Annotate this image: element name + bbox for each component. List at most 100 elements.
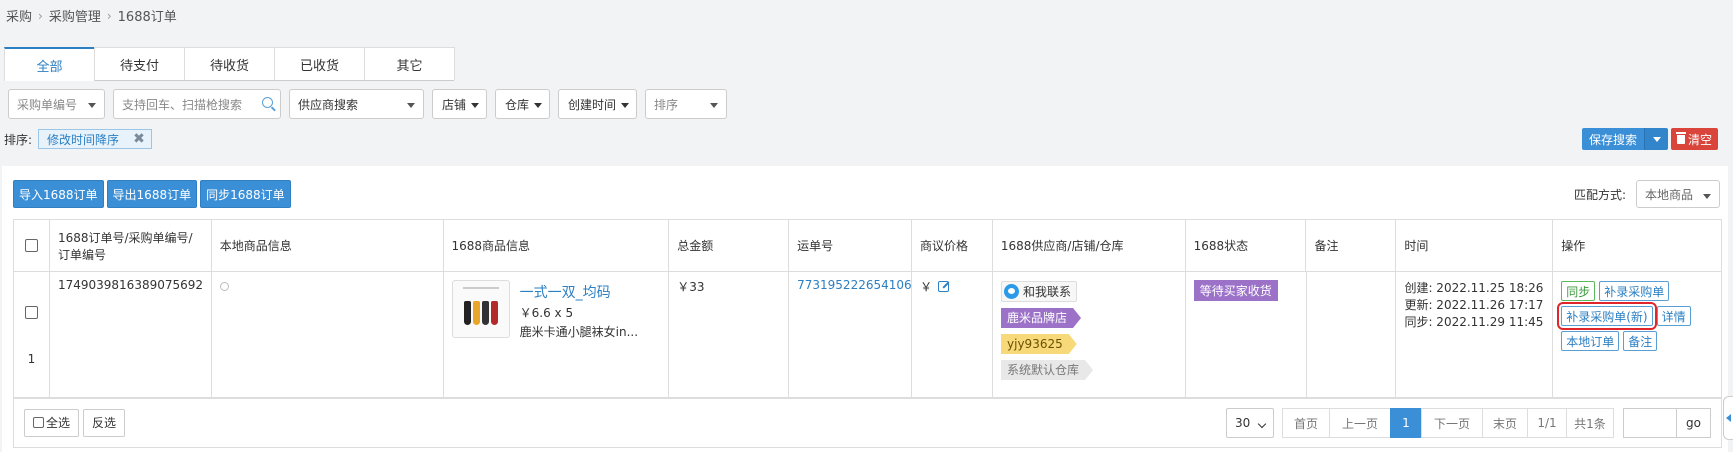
- total-count: 共1条: [1566, 408, 1614, 438]
- invert-selection-button[interactable]: 反选: [83, 408, 126, 437]
- select-all-label: 全选: [46, 416, 71, 430]
- seller-tag: yjy93625: [1001, 334, 1077, 354]
- trash-icon: [1676, 131, 1687, 144]
- po-field-select[interactable]: 采购单编号: [8, 89, 105, 119]
- first-page-button[interactable]: 首页: [1282, 408, 1330, 438]
- shop-label: 店铺: [442, 97, 467, 112]
- caret-down-icon: [710, 103, 719, 108]
- row-checkbox[interactable]: [24, 305, 38, 319]
- chat-icon: [1004, 284, 1020, 299]
- last-page-button[interactable]: 末页: [1482, 408, 1528, 438]
- contact-label: 和我联系: [1023, 285, 1072, 299]
- page-info: 1/1: [1527, 408, 1567, 438]
- tab-other[interactable]: 其它: [364, 47, 455, 80]
- edit-icon[interactable]: [938, 281, 950, 292]
- detail-button[interactable]: 详情: [1656, 306, 1691, 326]
- tab-pending-payment[interactable]: 待支付: [94, 47, 185, 80]
- breadcrumb-item[interactable]: 采购: [6, 6, 32, 25]
- search-input[interactable]: 支持回车、扫描枪搜索: [113, 89, 281, 119]
- created-time-dropdown[interactable]: 创建时间: [558, 89, 638, 119]
- page-button-current[interactable]: 1: [1390, 408, 1422, 438]
- shop-tag: 鹿米品牌店: [1001, 308, 1081, 328]
- local-order-button[interactable]: 本地订单: [1561, 331, 1620, 351]
- filter-bar: 采购单编号 支持回车、扫描枪搜索 供应商搜索 店铺 仓库 创建时间 排序: [8, 89, 728, 119]
- chevron-right-icon: ›: [38, 8, 43, 23]
- po-field-label: 采购单编号: [17, 97, 78, 112]
- sync-1688-button[interactable]: 同步1688订单: [200, 180, 291, 208]
- save-search-button[interactable]: 保存搜索: [1582, 128, 1645, 150]
- select-all-button[interactable]: 全选: [24, 408, 80, 437]
- order-toolbar: 导入1688订单 导出1688订单 同步1688订单: [13, 180, 291, 208]
- col-actions: 操作: [1561, 239, 1586, 253]
- chevron-right-icon: ›: [106, 8, 112, 23]
- add-po-new-button[interactable]: 补录采购单(新): [1557, 302, 1657, 330]
- sort-tag-label: 修改时间降序: [47, 132, 120, 147]
- caret-down-icon: [1653, 137, 1662, 142]
- sync-button[interactable]: 同步: [1561, 281, 1596, 301]
- shop-dropdown[interactable]: 店铺: [432, 89, 488, 119]
- close-icon[interactable]: ✖: [133, 131, 145, 147]
- created-time: 创建: 2022.11.25 18:26: [1404, 281, 1544, 295]
- side-drawer-toggle[interactable]: [1723, 396, 1733, 440]
- search-placeholder: 支持回车、扫描枪搜索: [122, 97, 243, 112]
- export-1688-button[interactable]: 导出1688订单: [106, 180, 198, 208]
- tab-received[interactable]: 已收货: [274, 47, 365, 80]
- tab-pending-receipt[interactable]: 待收货: [184, 47, 275, 80]
- local-product-cell: [212, 272, 444, 397]
- table-footer: 全选 反选 30 首页 上一页 1 下一页 末页 1/1 共1条 go: [13, 398, 1722, 448]
- contact-seller-button[interactable]: 和我联系: [1001, 281, 1078, 302]
- product-info: 一式一双_均码 ￥6.6 x 5 鹿米卡通小腿袜女in...: [451, 280, 661, 340]
- row-checkbox-cell: 1: [14, 272, 50, 397]
- caret-down-icon: [471, 103, 480, 108]
- status-cell: 等待买家收货: [1186, 272, 1307, 397]
- orders-panel: 导入1688订单 导出1688订单 同步1688订单 匹配方式: 本地商品 16…: [2, 166, 1728, 452]
- synced-time: 同步: 2022.11.29 11:45: [1404, 315, 1544, 329]
- waybill-link[interactable]: 773195222654106: [797, 278, 912, 292]
- caret-down-icon: [1703, 194, 1711, 199]
- row-index: 1: [27, 351, 36, 366]
- product-price: ￥6.6 x 5: [519, 306, 574, 320]
- next-page-button[interactable]: 下一页: [1421, 408, 1483, 438]
- caret-down-icon: [407, 103, 415, 108]
- remark-button[interactable]: 备注: [1623, 331, 1658, 351]
- breadcrumb-item[interactable]: 采购管理: [49, 6, 101, 25]
- sort-row-label: 排序:: [4, 132, 33, 147]
- match-select[interactable]: 本地商品: [1636, 180, 1720, 208]
- page-jump-input[interactable]: [1623, 408, 1677, 438]
- order-no: 1749039816389075692: [57, 278, 204, 292]
- local-product-radio[interactable]: [219, 282, 229, 291]
- time-cell: 创建: 2022.11.25 18:26 更新: 2022.11.26 17:1…: [1396, 272, 1554, 397]
- clear-label: 清空: [1688, 132, 1713, 147]
- warehouse-dropdown[interactable]: 仓库: [495, 89, 551, 119]
- product-title-link[interactable]: 一式一双_均码: [520, 282, 638, 302]
- caret-down-icon: [534, 103, 543, 108]
- sort-select[interactable]: 排序: [645, 89, 728, 119]
- select-all-checkbox[interactable]: [24, 239, 38, 252]
- updated-time: 更新: 2022.11.26 17:17: [1404, 298, 1544, 312]
- save-search-dropdown-button[interactable]: [1644, 128, 1669, 150]
- breadcrumb: 采购 › 采购管理 › 1688订单: [6, 6, 177, 26]
- sock-image: [472, 301, 480, 325]
- created-time-label: 创建时间: [568, 97, 617, 112]
- status-badge: 等待买家收货: [1193, 280, 1278, 301]
- search-icon[interactable]: [262, 97, 273, 108]
- match-value: 本地商品: [1645, 187, 1694, 202]
- add-po-button[interactable]: 补录采购单: [1599, 281, 1670, 301]
- go-button[interactable]: go: [1677, 408, 1711, 438]
- col-supplier: 1688供应商/店铺/仓库: [993, 220, 1186, 271]
- page-size-select[interactable]: 30: [1226, 408, 1274, 438]
- clear-button[interactable]: 清空: [1671, 128, 1719, 150]
- import-1688-button[interactable]: 导入1688订单: [13, 180, 104, 208]
- product-text: 一式一双_均码 ￥6.6 x 5 鹿米卡通小腿袜女in...: [520, 280, 638, 340]
- negotiated-cell: ￥: [912, 272, 994, 397]
- page-size-value: 30: [1235, 416, 1251, 430]
- sort-tag: 修改时间降序 ✖: [38, 129, 152, 149]
- tab-all[interactable]: 全部: [4, 47, 95, 81]
- product-thumbnail[interactable]: [451, 280, 510, 338]
- total-cell: ￥33: [669, 272, 790, 397]
- col-negotiated-price: 商议价格: [912, 220, 993, 271]
- supplier-select[interactable]: 供应商搜索: [289, 89, 424, 119]
- prev-page-button[interactable]: 上一页: [1329, 408, 1391, 438]
- caret-down-icon: [88, 103, 96, 108]
- warehouse-label: 仓库: [505, 97, 530, 112]
